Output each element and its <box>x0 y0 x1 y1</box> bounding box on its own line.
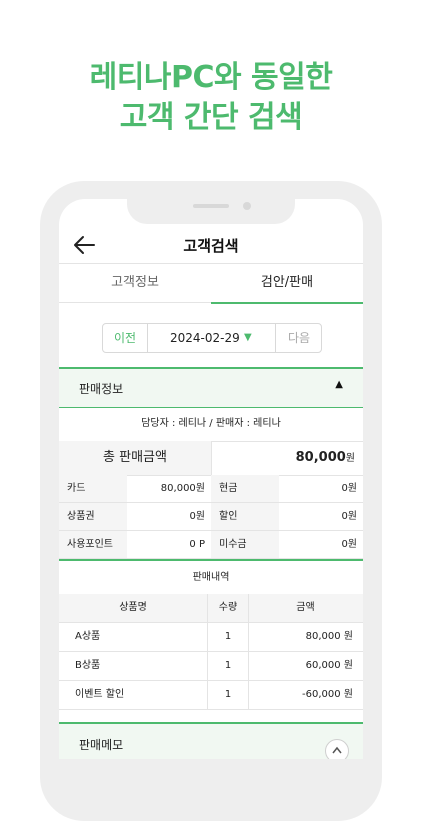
table-header-row: 상품명 수량 금액 <box>59 594 363 623</box>
product-amount: -60,000 원 <box>302 689 353 700</box>
payment-value: 80,000원 <box>160 483 205 494</box>
product-qty: 1 <box>207 623 249 651</box>
staff-line: 담당자 : 레티나 / 판매자 : 레티나 <box>59 407 363 442</box>
payment-value: 0원 <box>341 539 357 550</box>
total-sales-row: 총 판매금액 80,000원 <box>59 441 363 476</box>
prev-date-button[interactable]: 이전 <box>103 324 148 352</box>
table-row: A상품 1 80,000 원 <box>59 623 363 652</box>
date-select[interactable]: 2024-02-29 ▼ <box>148 324 274 352</box>
page-title: 고객검색 <box>183 237 239 255</box>
total-sales-value: 80,000원 <box>296 441 355 475</box>
payment-value: 0원 <box>341 483 357 494</box>
speaker-grille <box>193 204 229 208</box>
total-sales-unit: 원 <box>345 453 355 464</box>
payment-row: 카드 80,000원 현금 0원 <box>59 475 363 503</box>
phone-notch <box>127 199 295 224</box>
column-header: 수량 <box>207 594 249 622</box>
payment-value: 0원 <box>341 511 357 522</box>
product-name: 이벤트 할인 <box>75 689 125 700</box>
product-amount: 60,000 원 <box>305 660 353 671</box>
date-value: 2024-02-29 <box>170 331 240 345</box>
payment-row: 상품권 0원 할인 0원 <box>59 503 363 531</box>
payment-value: 0원 <box>189 511 205 522</box>
promo-headline-line1: 레티나PC와 동일한 <box>89 60 333 95</box>
payment-value: 0 P <box>189 539 205 550</box>
sales-info-title: 판매정보 <box>79 382 124 396</box>
promo-headline-line2: 고객 간단 검색 <box>119 100 303 135</box>
tab-customer-info[interactable]: 고객정보 <box>59 264 211 303</box>
dropdown-triangle-icon: ▼ <box>244 332 252 343</box>
table-row: 이벤트 할인 1 -60,000 원 <box>59 681 363 710</box>
total-sales-amount: 80,000 <box>295 450 346 465</box>
front-camera <box>243 202 251 210</box>
sales-memo-title: 판매메모 <box>79 738 124 752</box>
sales-memo-header: 판매메모 <box>59 722 363 759</box>
product-qty: 1 <box>207 652 249 680</box>
payment-key: 미수금 <box>211 531 279 558</box>
app-bar: 고객검색 <box>59 227 363 263</box>
payment-row: 사용포인트 0 P 미수금 0원 <box>59 531 363 559</box>
column-header: 금액 <box>296 602 315 613</box>
memo-edit-button[interactable] <box>325 739 349 759</box>
table-row: B상품 1 60,000 원 <box>59 652 363 681</box>
payment-key: 할인 <box>211 503 279 530</box>
tab-exam-sales[interactable]: 검안/판매 <box>211 264 363 304</box>
collapse-triangle-icon[interactable]: ▲ <box>335 379 343 390</box>
next-date-button[interactable]: 다음 <box>275 324 322 352</box>
product-name: A상품 <box>75 631 101 642</box>
date-navigator: 이전 2024-02-29 ▼ 다음 <box>102 323 322 353</box>
product-qty: 1 <box>207 681 249 709</box>
tab-bar: 고객정보 검안/판매 <box>59 263 363 304</box>
promo-headline: 레티나PC와 동일한 고객 간단 검색 <box>0 58 422 138</box>
column-header: 상품명 <box>119 602 147 613</box>
sales-info-header[interactable]: 판매정보 ▲ <box>59 367 363 408</box>
total-sales-label: 총 판매금액 <box>59 441 212 475</box>
product-name: B상품 <box>75 660 101 671</box>
product-amount: 80,000 원 <box>305 631 353 642</box>
payment-key: 사용포인트 <box>59 531 127 558</box>
payment-key: 카드 <box>59 475 127 502</box>
payment-key: 현금 <box>211 475 279 502</box>
phone-screen: 고객검색 고객정보 검안/판매 이전 2024-02-29 ▼ 다음 판매정보 … <box>59 199 363 759</box>
payment-key: 상품권 <box>59 503 127 530</box>
sales-detail-title: 판매내역 <box>59 559 363 596</box>
